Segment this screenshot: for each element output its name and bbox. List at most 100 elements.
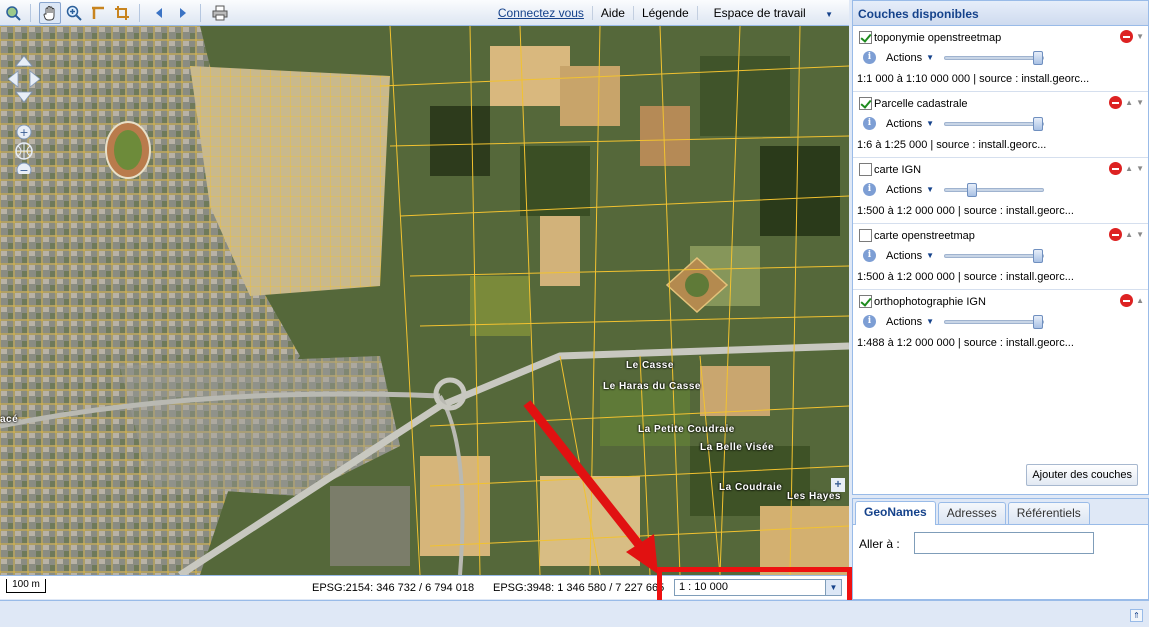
move-down-icon[interactable]: ▼ <box>1136 98 1144 107</box>
opacity-slider[interactable] <box>944 314 1044 329</box>
overview-map-toggle-icon[interactable]: + <box>831 478 845 492</box>
measure-distance-icon[interactable] <box>87 2 109 24</box>
search-tabs: GeoNames Adresses Référentiels <box>853 499 1148 525</box>
remove-layer-icon[interactable] <box>1120 294 1134 307</box>
map-label: La Belle Visée <box>700 442 775 453</box>
info-icon[interactable]: i <box>863 51 876 64</box>
info-icon[interactable]: i <box>863 315 876 328</box>
toolbar-separator <box>139 3 140 22</box>
chevron-down-icon: ▼ <box>926 185 934 194</box>
search-panel: GeoNames Adresses Référentiels Aller à : <box>852 498 1149 600</box>
actions-menu[interactable]: Actions <box>886 118 922 130</box>
pan-hand-icon[interactable] <box>39 1 61 24</box>
history-forward-icon[interactable] <box>172 2 194 24</box>
remove-layer-icon[interactable] <box>1109 96 1123 109</box>
legend-link[interactable]: Légende <box>634 6 697 20</box>
layers-panel-title: Couches disponibles <box>853 1 1148 26</box>
move-down-icon[interactable]: ▼ <box>1136 32 1144 41</box>
goto-label: Aller à : <box>859 537 900 551</box>
top-links: Connectez vous Aide Légende Espace de tr… <box>498 0 841 26</box>
collapse-up-icon[interactable]: ⇑ <box>1130 609 1143 622</box>
coords-epsg2154: EPSG:2154: 346 732 / 6 794 018 <box>312 582 475 594</box>
move-up-icon[interactable]: ▲ <box>1125 164 1133 173</box>
opacity-slider[interactable] <box>944 50 1044 65</box>
goto-input[interactable] <box>914 532 1094 554</box>
remove-layer-icon[interactable] <box>1120 30 1134 43</box>
info-icon[interactable]: i <box>863 117 876 130</box>
layer-item: orthophotographie IGN ▲ i Actions ▼ 1:488 … <box>853 290 1148 356</box>
map-toolbar: Connectez vous Aide Légende Espace de tr… <box>0 0 849 26</box>
tab-referentiels[interactable]: Référentiels <box>1007 502 1090 524</box>
move-up-icon[interactable]: ▲ <box>1125 230 1133 239</box>
info-icon[interactable]: i <box>863 249 876 262</box>
opacity-slider-thumb[interactable] <box>1033 116 1043 131</box>
opacity-slider-thumb[interactable] <box>1033 314 1043 329</box>
layer-visibility-checkbox[interactable] <box>859 229 872 242</box>
add-layers-button[interactable]: Ajouter des couches <box>1026 464 1138 486</box>
opacity-slider[interactable] <box>944 248 1044 263</box>
layer-info: 1:500 à 1:2 000 000 | source : install.g… <box>857 205 1074 217</box>
tab-adresses[interactable]: Adresses <box>937 502 1006 524</box>
workspace-label: Espace de travail <box>713 6 806 20</box>
login-link[interactable]: Connectez vous <box>498 6 584 20</box>
layer-item: carte openstreetmap ▲ ▼ i Actions ▼ 1:500 à… <box>853 224 1148 290</box>
move-up-icon[interactable]: ▲ <box>1136 296 1144 305</box>
map-label: Le Haras du Casse <box>603 381 701 392</box>
chevron-down-icon: ▼ <box>926 119 934 128</box>
move-up-icon[interactable]: ▲ <box>1125 98 1133 107</box>
chevron-down-icon: ▼ <box>926 251 934 260</box>
info-icon[interactable]: i <box>863 183 876 196</box>
opacity-slider[interactable] <box>944 116 1044 131</box>
layer-visibility-checkbox[interactable] <box>859 97 872 110</box>
remove-layer-icon[interactable] <box>1109 162 1123 175</box>
actions-menu[interactable]: Actions <box>886 184 922 196</box>
layer-item: toponymie openstreetmap ▼ i Actions ▼ 1:1 … <box>853 26 1148 92</box>
toolbar-separator <box>30 3 31 22</box>
map-canvas[interactable]: + − + Le Casse Le Haras du Casse La Peti… <box>0 26 849 575</box>
actions-menu[interactable]: Actions <box>886 250 922 262</box>
layer-name: Parcelle cadastrale <box>874 97 968 110</box>
opacity-slider[interactable] <box>944 182 1044 197</box>
svg-text:−: − <box>19 164 28 174</box>
layers-panel: Couches disponibles toponymie openstreet… <box>852 0 1149 495</box>
zoom-extent-icon[interactable] <box>2 2 24 24</box>
svg-text:+: + <box>19 126 28 139</box>
layer-visibility-checkbox[interactable] <box>859 295 872 308</box>
chevron-down-icon[interactable]: ▼ <box>825 580 841 595</box>
toolbar-separator <box>200 3 201 22</box>
layer-name: carte openstreetmap <box>874 229 975 242</box>
actions-menu[interactable]: Actions <box>886 316 922 328</box>
actions-menu[interactable]: Actions <box>886 52 922 64</box>
layer-name: orthophotographie IGN <box>874 295 986 308</box>
status-bar: 100 m EPSG:2154: 346 732 / 6 794 018 EPS… <box>0 575 849 599</box>
measure-area-icon[interactable] <box>111 2 133 24</box>
layer-name: toponymie openstreetmap <box>874 31 1002 44</box>
move-down-icon[interactable]: ▼ <box>1136 164 1144 173</box>
layer-visibility-checkbox[interactable] <box>859 31 872 44</box>
opacity-slider-thumb[interactable] <box>967 182 977 197</box>
layer-info: 1:6 à 1:25 000 | source : install.georc.… <box>857 139 1047 151</box>
help-link[interactable]: Aide <box>593 6 633 20</box>
scale-select-value: 1 : 10 000 <box>679 581 728 593</box>
map-label: La Coudraie <box>719 482 783 493</box>
map-label: Le Casse <box>626 360 674 371</box>
map-label: La Petite Coudraie <box>638 424 735 435</box>
move-down-icon[interactable]: ▼ <box>1136 230 1144 239</box>
pan-arrows-icon[interactable] <box>7 55 41 103</box>
layer-info: 1:500 à 1:2 000 000 | source : install.g… <box>857 271 1074 283</box>
scale-select[interactable]: 1 : 10 000 ▼ <box>674 579 842 596</box>
layer-info: 1:488 à 1:2 000 000 | source : install.g… <box>857 337 1074 349</box>
chevron-down-icon: ▼ <box>926 317 934 326</box>
history-back-icon[interactable] <box>148 2 170 24</box>
zoom-in-icon[interactable] <box>63 2 85 24</box>
print-icon[interactable] <box>209 2 231 24</box>
opacity-slider-thumb[interactable] <box>1033 248 1043 263</box>
layer-visibility-checkbox[interactable] <box>859 163 872 176</box>
remove-layer-icon[interactable] <box>1109 228 1123 241</box>
map-label: acé <box>0 414 19 425</box>
map-label: Les Hayes <box>787 491 841 502</box>
workspace-menu[interactable]: Espace de travail ▼ <box>698 6 841 20</box>
tab-geonames[interactable]: GeoNames <box>855 501 936 525</box>
chevron-down-icon: ▼ <box>825 10 833 19</box>
opacity-slider-thumb[interactable] <box>1033 50 1043 65</box>
